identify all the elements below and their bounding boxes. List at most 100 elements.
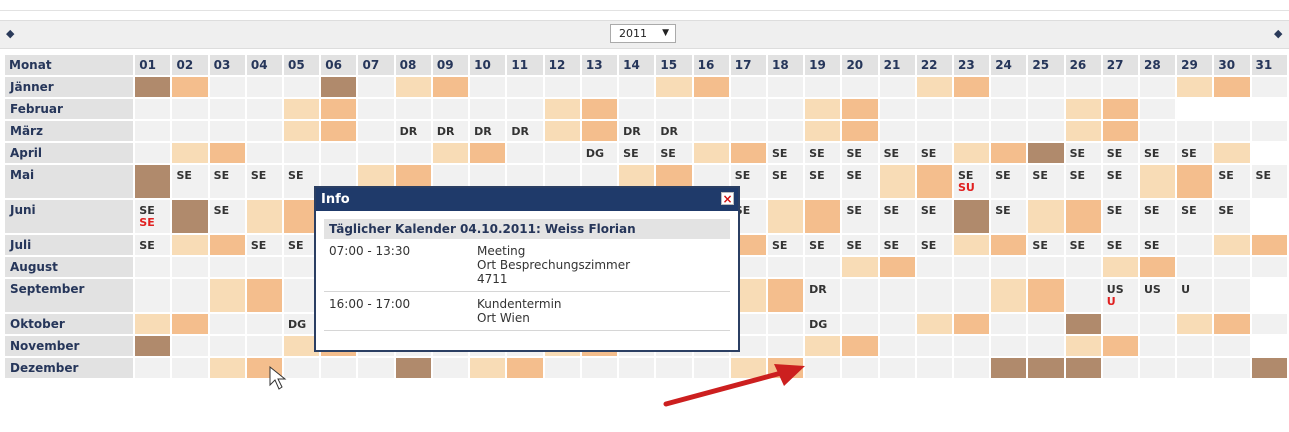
day-cell[interactable] <box>1028 99 1064 119</box>
day-cell[interactable]: DR <box>432 121 469 141</box>
day-cell[interactable]: SE <box>1065 143 1101 163</box>
day-cell[interactable] <box>172 235 208 255</box>
day-cell[interactable]: SE <box>1251 165 1287 198</box>
day-cell[interactable] <box>172 358 208 378</box>
day-cell[interactable] <box>1139 165 1176 198</box>
day-cell[interactable]: SE <box>1102 143 1138 163</box>
day-cell[interactable] <box>1177 257 1213 277</box>
day-cell[interactable]: SE <box>842 143 878 163</box>
day-cell[interactable] <box>1214 257 1250 277</box>
day-cell[interactable]: SE <box>1214 165 1250 198</box>
day-cell[interactable] <box>544 121 580 141</box>
day-cell[interactable] <box>693 77 729 97</box>
day-cell[interactable] <box>581 121 618 141</box>
day-cell[interactable] <box>470 358 506 378</box>
day-cell[interactable] <box>842 99 878 119</box>
day-cell[interactable] <box>172 257 208 277</box>
day-cell[interactable] <box>954 336 990 356</box>
day-cell[interactable] <box>1177 358 1213 378</box>
day-cell[interactable] <box>916 99 952 119</box>
day-cell[interactable] <box>135 336 171 356</box>
day-cell[interactable]: SE <box>879 143 915 163</box>
day-cell[interactable] <box>172 121 208 141</box>
day-cell[interactable] <box>991 314 1027 334</box>
day-cell[interactable] <box>209 143 245 163</box>
day-cell[interactable] <box>581 77 618 97</box>
day-cell[interactable] <box>1102 121 1138 141</box>
day-cell[interactable] <box>1065 358 1101 378</box>
day-cell[interactable]: SE <box>1102 235 1138 255</box>
day-cell[interactable] <box>842 336 878 356</box>
day-cell[interactable] <box>284 143 320 163</box>
day-cell[interactable]: DR <box>619 121 655 141</box>
day-cell[interactable] <box>805 200 841 233</box>
day-cell[interactable] <box>1177 165 1213 198</box>
day-cell[interactable] <box>656 77 692 97</box>
day-cell[interactable] <box>1251 121 1287 141</box>
day-cell[interactable]: SE <box>1065 235 1101 255</box>
day-cell[interactable] <box>954 200 990 233</box>
day-cell[interactable] <box>1177 235 1213 255</box>
day-cell[interactable] <box>879 121 915 141</box>
day-cell[interactable]: SE <box>172 165 208 198</box>
day-cell[interactable]: SE <box>1214 200 1250 233</box>
day-cell[interactable] <box>1102 358 1138 378</box>
day-cell[interactable] <box>507 143 543 163</box>
day-cell[interactable] <box>879 77 915 97</box>
day-cell[interactable] <box>842 77 878 97</box>
day-cell[interactable] <box>1028 358 1064 378</box>
day-cell[interactable]: SE SE <box>135 200 171 233</box>
day-cell[interactable] <box>767 99 804 119</box>
day-cell[interactable]: SE <box>991 200 1027 233</box>
day-cell[interactable] <box>135 358 171 378</box>
day-cell[interactable] <box>1065 257 1101 277</box>
day-cell[interactable] <box>172 336 208 356</box>
day-cell[interactable] <box>619 358 655 378</box>
day-cell[interactable] <box>916 165 952 198</box>
day-cell[interactable]: SE <box>619 143 655 163</box>
day-cell[interactable] <box>1139 358 1176 378</box>
day-cell[interactable] <box>358 358 394 378</box>
day-cell[interactable]: US U <box>1102 279 1138 312</box>
day-cell[interactable] <box>842 257 878 277</box>
day-cell[interactable] <box>1251 77 1287 97</box>
day-cell[interactable] <box>1251 257 1287 277</box>
day-cell[interactable] <box>954 314 990 334</box>
day-cell[interactable]: SE <box>842 165 878 198</box>
day-cell[interactable] <box>991 358 1027 378</box>
day-cell[interactable] <box>1177 121 1213 141</box>
day-cell[interactable] <box>991 235 1027 255</box>
day-cell[interactable]: SE <box>805 235 841 255</box>
day-cell[interactable] <box>991 257 1027 277</box>
day-cell[interactable] <box>172 314 208 334</box>
prev-year-icon[interactable]: ◆ <box>6 27 14 40</box>
day-cell[interactable] <box>656 99 692 119</box>
day-cell[interactable] <box>209 77 245 97</box>
day-cell[interactable] <box>544 77 580 97</box>
day-cell[interactable] <box>321 143 357 163</box>
day-cell[interactable] <box>284 77 320 97</box>
day-cell[interactable] <box>805 358 841 378</box>
day-cell[interactable] <box>209 235 245 255</box>
day-cell[interactable] <box>284 99 320 119</box>
day-cell[interactable] <box>879 99 915 119</box>
day-cell[interactable] <box>1065 99 1101 119</box>
day-cell[interactable] <box>358 121 394 141</box>
day-cell[interactable]: SE <box>1102 165 1138 198</box>
day-cell[interactable] <box>395 99 431 119</box>
day-cell[interactable]: SE <box>1139 235 1176 255</box>
day-cell[interactable] <box>1028 336 1064 356</box>
day-cell[interactable] <box>693 143 729 163</box>
day-cell[interactable] <box>1028 279 1064 312</box>
day-cell[interactable] <box>767 257 804 277</box>
day-cell[interactable] <box>1065 336 1101 356</box>
day-cell[interactable] <box>879 358 915 378</box>
close-icon[interactable]: × <box>721 192 734 206</box>
day-cell[interactable] <box>1065 200 1101 233</box>
day-cell[interactable] <box>805 257 841 277</box>
day-cell[interactable]: SE <box>1177 143 1213 163</box>
day-cell[interactable] <box>1139 77 1176 97</box>
day-cell[interactable]: SE <box>879 200 915 233</box>
day-cell[interactable] <box>470 143 506 163</box>
day-cell[interactable] <box>470 99 506 119</box>
